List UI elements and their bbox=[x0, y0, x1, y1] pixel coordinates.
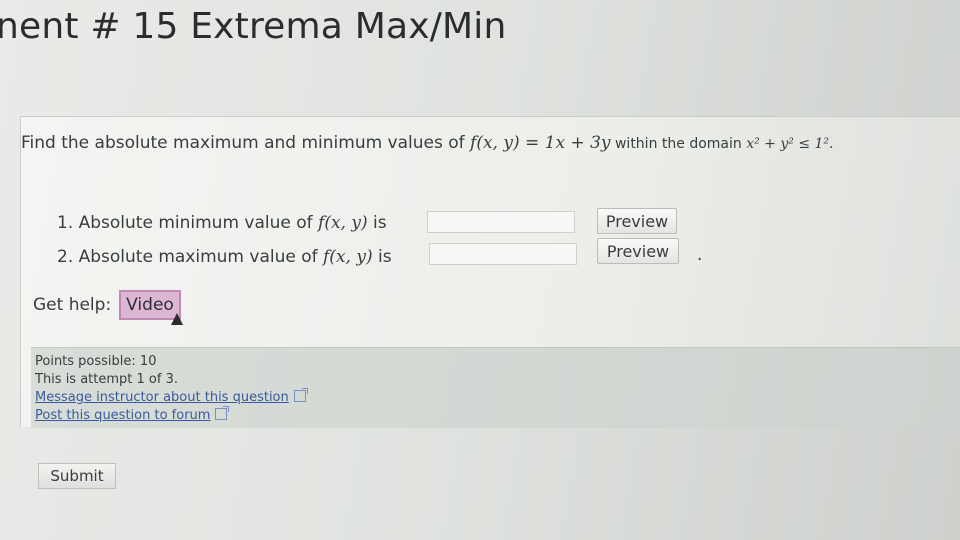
post-forum-row: Post this question to forum bbox=[35, 406, 230, 423]
points-possible: Points possible: 10 bbox=[35, 354, 157, 369]
trailing-dot: . bbox=[697, 245, 703, 265]
get-help-label: Get help: bbox=[33, 295, 112, 315]
answer-input-min[interactable] bbox=[427, 211, 575, 233]
attempt-info-box: Points possible: 10 This is attempt 1 of… bbox=[31, 347, 960, 428]
question-domain: x² + y² ≤ 1². bbox=[746, 136, 834, 152]
question-panel: Find the absolute maximum and minimum va… bbox=[20, 116, 960, 428]
part-2-func: f(x, y) bbox=[323, 247, 373, 267]
part-1-func: f(x, y) bbox=[318, 213, 368, 233]
part-2-label: 2. Absolute maximum value of f(x, y) is bbox=[57, 247, 392, 267]
question-text: Find the absolute maximum and minimum va… bbox=[21, 133, 833, 153]
preview-button-min[interactable]: Preview bbox=[597, 208, 677, 234]
part-2-text: 2. Absolute maximum value of bbox=[57, 247, 324, 267]
external-link-icon[interactable] bbox=[293, 388, 308, 402]
part-2-suffix: is bbox=[372, 247, 392, 267]
answer-input-max[interactable] bbox=[429, 243, 577, 265]
part-1-suffix: is bbox=[367, 213, 387, 233]
part-1-text: 1. Absolute minimum value of bbox=[57, 213, 319, 233]
part-1-label: 1. Absolute minimum value of f(x, y) is bbox=[57, 213, 387, 233]
question-function: f(x, y) = 1x + 3y bbox=[470, 133, 611, 153]
question-mid: within the domain bbox=[610, 136, 747, 152]
question-prefix: Find the absolute maximum and minimum va… bbox=[21, 133, 471, 153]
mouse-cursor-icon bbox=[171, 313, 183, 325]
external-link-icon[interactable] bbox=[215, 406, 230, 420]
post-to-forum-link[interactable]: Post this question to forum bbox=[35, 408, 210, 423]
page-title: nent # 15 Extrema Max/Min bbox=[0, 6, 507, 47]
message-instructor-row: Message instructor about this question bbox=[35, 388, 308, 405]
submit-button[interactable]: Submit bbox=[38, 463, 116, 489]
attempt-count: This is attempt 1 of 3. bbox=[35, 372, 178, 387]
message-instructor-link[interactable]: Message instructor about this question bbox=[35, 390, 289, 405]
preview-button-max[interactable]: Preview bbox=[597, 238, 679, 264]
